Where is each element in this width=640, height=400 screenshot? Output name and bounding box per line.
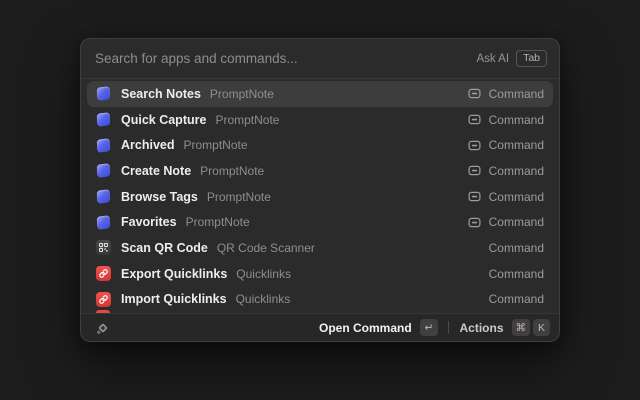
item-type-label: Command [489,164,544,178]
search-bar: Ask AI Tab [81,39,559,79]
item-title: Archived [121,138,175,152]
item-type-label: Command [489,113,544,127]
promptnote-icon [96,86,111,101]
item-type-label: Command [489,241,544,255]
search-input[interactable] [95,51,476,66]
item-title: Search Notes [121,87,201,101]
tab-key-badge: Tab [516,50,547,67]
clipped-next-row-icon [96,310,110,314]
hotkey-recorder-icon [468,139,481,152]
hotkey-recorder-icon [468,87,481,100]
item-subtitle: PromptNote [207,190,271,204]
item-subtitle: Quicklinks [236,267,291,281]
command-list-item[interactable]: Browse Tags PromptNote Command [87,184,553,210]
item-type-label: Command [489,87,544,101]
command-list-item[interactable]: Search Notes PromptNote Command [87,81,553,107]
item-accessory: Command [468,164,544,178]
command-list-item[interactable]: Archived PromptNote Command [87,132,553,158]
item-accessory: Command [468,113,544,127]
item-accessory: Command [468,215,544,229]
item-title: Import Quicklinks [121,292,227,306]
item-accessory: Command [489,267,544,281]
item-accessory: Command [489,292,544,306]
item-type-label: Command [489,292,544,306]
command-list-item[interactable]: Create Note PromptNote Command [87,158,553,184]
actions-menu-label[interactable]: Actions [459,321,503,335]
item-type-label: Command [489,267,544,281]
qr-code-icon [96,240,111,255]
item-title: Scan QR Code [121,241,208,255]
quicklinks-icon [96,266,111,281]
ask-ai-control[interactable]: Ask AI Tab [476,50,547,67]
item-subtitle: QR Code Scanner [217,241,315,255]
hotkey-recorder-icon [468,113,481,126]
item-subtitle: PromptNote [186,215,250,229]
command-list-item[interactable]: Quick Capture PromptNote Command [87,107,553,133]
item-subtitle: PromptNote [184,138,248,152]
command-list-item[interactable]: Export Quicklinks Quicklinks Command [87,261,553,287]
footer-divider [448,321,449,334]
item-title: Create Note [121,164,191,178]
hotkey-recorder-icon [468,190,481,203]
hotkey-recorder-icon [468,216,481,229]
command-list-item[interactable]: Scan QR Code QR Code Scanner Command [87,235,553,261]
promptnote-icon [96,215,111,230]
item-title: Quick Capture [121,113,206,127]
quicklinks-icon [96,292,111,307]
hotkey-recorder-icon [468,164,481,177]
ask-ai-label: Ask AI [476,53,509,65]
item-type-label: Command [489,190,544,204]
cmd-key-badge: ⌘ [512,319,531,336]
item-accessory: Command [468,138,544,152]
item-subtitle: Quicklinks [236,292,291,306]
item-title: Favorites [121,215,177,229]
item-title: Export Quicklinks [121,267,227,281]
promptnote-icon [96,189,111,204]
item-type-label: Command [489,138,544,152]
item-accessory: Command [489,241,544,255]
item-subtitle: PromptNote [200,164,264,178]
item-type-label: Command [489,215,544,229]
command-palette-window: Ask AI Tab Search Notes PromptNote Comma… [80,38,560,342]
command-list-item[interactable]: Favorites PromptNote Command [87,209,553,235]
item-accessory: Command [468,87,544,101]
promptnote-icon [96,163,111,178]
raycast-logo-icon [95,320,111,336]
return-key-badge: ↵ [420,319,439,336]
promptnote-icon [96,138,111,153]
desktop-background: Ask AI Tab Search Notes PromptNote Comma… [0,0,640,400]
command-list: Search Notes PromptNote Command Quick Ca… [81,79,559,313]
item-accessory: Command [468,190,544,204]
item-subtitle: PromptNote [210,87,274,101]
footer-bar: Open Command ↵ Actions ⌘ K [81,313,559,341]
item-subtitle: PromptNote [215,113,279,127]
k-key-badge: K [533,319,550,336]
primary-action-label[interactable]: Open Command [319,321,412,335]
item-title: Browse Tags [121,190,198,204]
promptnote-icon [96,112,111,127]
command-list-item[interactable]: Import Quicklinks Quicklinks Command [87,287,553,313]
